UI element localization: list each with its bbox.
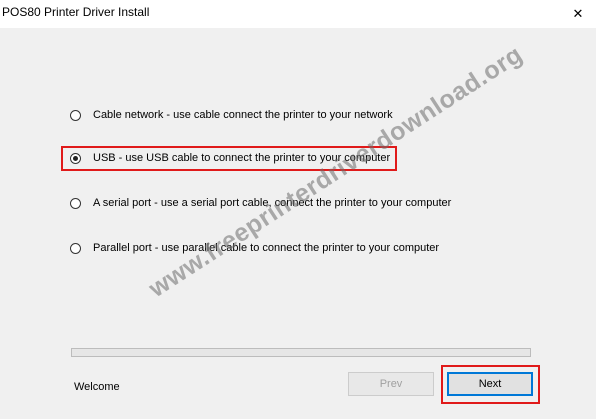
option-parallel-port[interactable]: Parallel port - use parallel cable to co… [70,239,439,257]
progress-bar [71,348,531,357]
option-label: Cable network - use cable connect the pr… [93,109,393,121]
status-text: Welcome [74,381,120,393]
close-button[interactable]: ✕ [560,0,596,28]
option-usb[interactable]: USB - use USB cable to connect the print… [70,149,390,167]
radio-button[interactable] [70,197,81,209]
window-title: POS80 Printer Driver Install [2,5,150,19]
option-label: USB - use USB cable to connect the print… [93,152,391,164]
option-label: Parallel port - use parallel cable to co… [93,242,440,254]
option-cable-network[interactable]: Cable network - use cable connect the pr… [70,106,393,124]
next-button[interactable]: Next [447,372,533,396]
close-icon: ✕ [572,6,584,21]
prev-button[interactable]: Prev [348,372,434,396]
dialog-content [0,28,596,419]
installer-window: POS80 Printer Driver Install ✕ Cable net… [0,0,596,419]
radio-button-selected[interactable] [70,152,81,164]
radio-button[interactable] [70,109,81,121]
option-serial-port[interactable]: A serial port - use a serial port cable,… [70,194,451,212]
title-bar: POS80 Printer Driver Install ✕ [0,0,596,28]
radio-button[interactable] [70,242,81,254]
option-label: A serial port - use a serial port cable,… [93,197,452,209]
